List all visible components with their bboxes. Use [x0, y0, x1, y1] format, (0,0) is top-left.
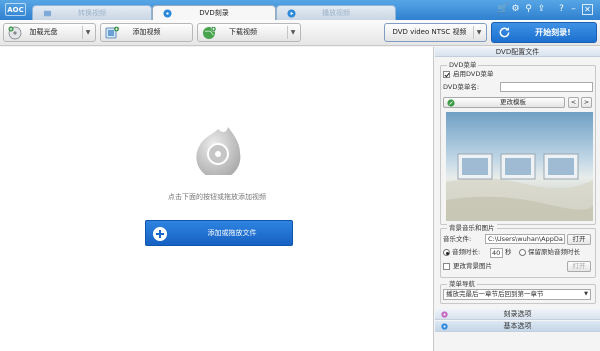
- add-file-label: 添加或拖放文件: [207, 229, 257, 237]
- tab-label: 转换视频: [78, 9, 106, 17]
- navigation-select[interactable]: 播放完最后一章节后回到第一章节 ▼: [443, 289, 591, 300]
- duration-input[interactable]: 40: [490, 248, 503, 258]
- share-icon[interactable]: ⇪: [536, 4, 547, 15]
- chevron-down-icon[interactable]: ▼: [288, 24, 298, 41]
- burn-options-header[interactable]: 刻录选项: [435, 309, 600, 320]
- basic-options-header[interactable]: 基本选项: [435, 321, 600, 332]
- open-audio-button[interactable]: 打开: [567, 234, 591, 245]
- enable-menu-label: 启用DVD菜单: [453, 70, 494, 78]
- key-icon[interactable]: ⚲: [523, 4, 534, 15]
- menu-name-label: DVD菜单名:: [443, 83, 480, 91]
- chevron-down-icon[interactable]: ▼: [83, 24, 93, 41]
- title-bar: AOC 转换视频 DVD刻录 播放视频 🛒 ⚙ ⚲ ⇪ ? – ✕: [0, 0, 600, 20]
- format-select-value: DVD video NTSC 视频: [392, 28, 467, 36]
- tab-convert-video[interactable]: 转换视频: [32, 5, 152, 20]
- dvd-config-panel: DVD配置文件 DVD菜单 启用DVD菜单 DVD菜单名: 更改模板 < > 背…: [435, 47, 600, 351]
- check-icon: [444, 72, 450, 78]
- prev-template-button[interactable]: <: [568, 97, 579, 108]
- download-video-button[interactable]: 下载视频 ▼: [197, 23, 301, 42]
- change-bg-label: 更改背景图片: [453, 262, 492, 270]
- duration-label: 音频时长:: [452, 248, 481, 256]
- format-select[interactable]: DVD video NTSC 视频 ▼: [384, 23, 487, 42]
- burn-options-icon: [441, 311, 448, 318]
- chevron-down-icon: ▼: [476, 29, 482, 36]
- change-bg-checkbox[interactable]: [443, 263, 450, 270]
- chevron-down-icon: ▼: [584, 291, 588, 297]
- keep-original-radio[interactable]: [519, 249, 526, 256]
- add-video-button[interactable]: 添加视频: [100, 23, 193, 42]
- tab-dvd-burn[interactable]: DVD刻录: [152, 5, 276, 20]
- change-template-label: 更改模板: [500, 98, 526, 106]
- disc-flame-logo-icon: [196, 127, 241, 175]
- basic-options-label: 基本选项: [503, 322, 532, 330]
- gear-icon[interactable]: ⚙: [510, 4, 521, 15]
- basic-options-icon: [441, 323, 448, 330]
- help-icon[interactable]: ?: [556, 4, 567, 15]
- enable-menu-checkbox[interactable]: [443, 71, 450, 78]
- audio-file-label: 音乐文件:: [443, 235, 472, 243]
- shop-cart-icon[interactable]: 🛒: [497, 4, 508, 15]
- tab-label: DVD刻录: [199, 9, 229, 17]
- toolbar: 加载光盘 ▼ 添加视频 下载视频 ▼ DVD video NTSC 视频 ▼ 开…: [0, 20, 600, 46]
- menu-name-input[interactable]: [500, 82, 593, 92]
- start-burn-label: 开始刻录!: [535, 28, 571, 37]
- plus-circle-icon: [153, 227, 167, 241]
- group-title: DVD菜单: [447, 61, 479, 70]
- app-logo: AOC: [5, 3, 26, 16]
- load-disc-button[interactable]: 加载光盘 ▼: [3, 23, 96, 42]
- minimize-icon[interactable]: –: [568, 4, 579, 15]
- radio-dot: [445, 251, 449, 255]
- next-template-button[interactable]: >: [581, 97, 592, 108]
- group-title: 菜单导航: [447, 280, 477, 289]
- close-icon[interactable]: ✕: [582, 4, 593, 15]
- duration-radio[interactable]: [443, 249, 450, 256]
- keep-original-label: 保留原始音频时长: [528, 248, 580, 256]
- convert-icon: [43, 10, 52, 17]
- video-drop-area[interactable]: 点击下面的按钮或拖放添加视频 添加或拖放文件: [0, 47, 434, 351]
- add-video-label: 添加视频: [132, 28, 161, 36]
- panel-header: DVD配置文件: [435, 47, 600, 57]
- menu-template-preview: [446, 112, 593, 221]
- start-burn-button[interactable]: 开始刻录!: [491, 22, 597, 43]
- leaf-icon: [447, 99, 455, 107]
- seconds-unit: 秒: [505, 248, 512, 256]
- group-title: 背景音乐和图片: [447, 224, 497, 233]
- tab-play-video[interactable]: 播放视频: [276, 5, 396, 20]
- drop-hint: 点击下面的按钮或拖放添加视频: [168, 193, 266, 201]
- disc-icon: [163, 9, 172, 18]
- download-video-label: 下载视频: [229, 28, 257, 36]
- play-icon: [287, 9, 296, 18]
- open-bg-button[interactable]: 打开: [567, 261, 591, 272]
- audio-file-input[interactable]: C:\Users\wuhan\AppDa: [485, 234, 565, 244]
- add-file-button[interactable]: 添加或拖放文件: [145, 220, 293, 246]
- navigation-select-value: 播放完最后一章节后回到第一章节: [446, 290, 544, 298]
- change-template-button[interactable]: 更改模板: [443, 97, 565, 108]
- burn-options-label: 刻录选项: [503, 310, 532, 318]
- load-disc-label: 加载光盘: [29, 28, 58, 36]
- tab-label: 播放视频: [322, 9, 350, 17]
